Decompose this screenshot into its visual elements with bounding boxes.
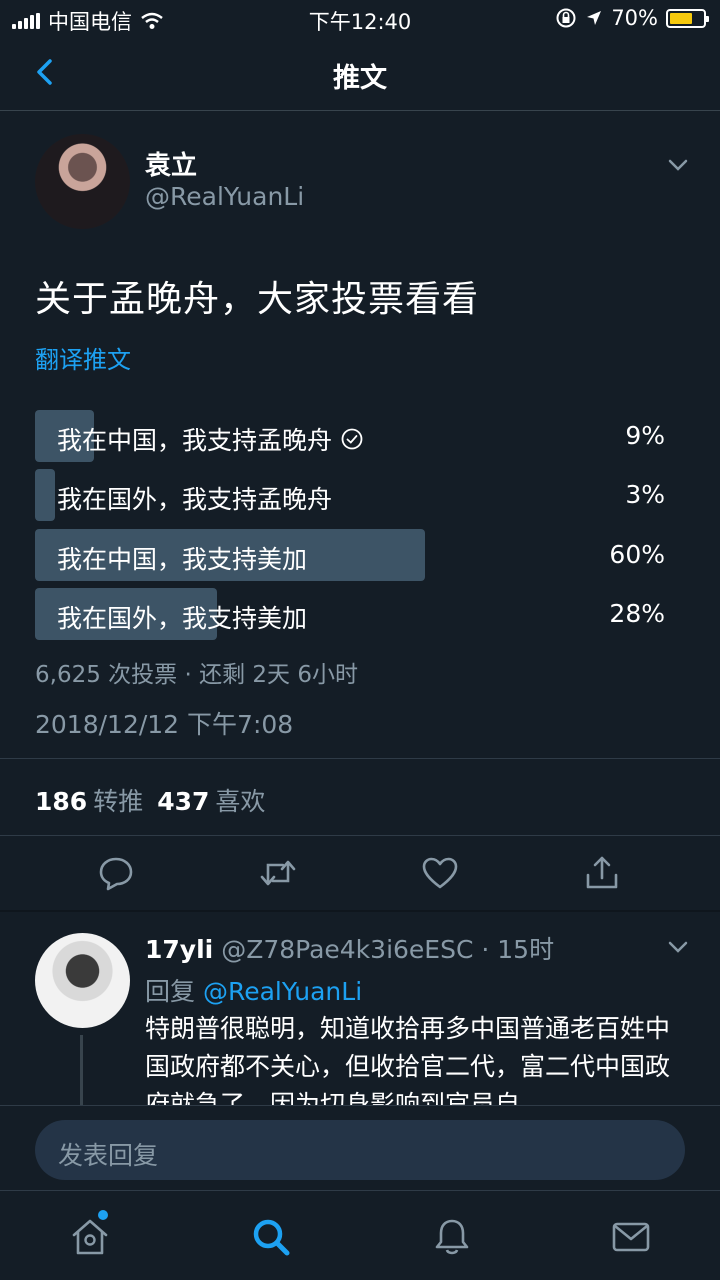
like-label: 喜欢 [215, 787, 266, 816]
tweet-text: 关于孟晚舟，大家投票看看 [35, 279, 480, 320]
status-bar: 中国电信 下午12:40 70% [0, 0, 720, 36]
poll-option-percent: 9% [625, 421, 665, 450]
reply-icon[interactable] [96, 853, 136, 893]
tweet-stats: 186 转推 437 喜欢 [35, 782, 265, 818]
retweet-icon[interactable] [258, 853, 298, 893]
poll-option: 我在国外，我支持美加 28% [35, 588, 665, 640]
poll-option-label: 我在国外，我支持孟晚舟 [57, 485, 333, 514]
notification-dot [98, 1210, 108, 1220]
author-handle[interactable]: @RealYuanLi [145, 182, 304, 211]
poll-option-percent: 60% [609, 540, 665, 569]
home-icon[interactable] [68, 1215, 112, 1259]
bell-icon[interactable] [430, 1215, 474, 1259]
reply-to-handle[interactable]: @RealYuanLi [203, 977, 362, 1006]
like-stat[interactable]: 437 喜欢 [157, 782, 265, 818]
battery-icon [666, 8, 709, 28]
retweet-stat[interactable]: 186 转推 [35, 782, 143, 818]
chevron-down-icon[interactable] [663, 150, 693, 180]
search-icon[interactable] [249, 1215, 293, 1259]
replying-to: 回复 @RealYuanLi [145, 972, 362, 1008]
reply-avatar[interactable] [35, 933, 130, 1028]
nav-bar: 推文 [0, 36, 720, 111]
poll-option: 我在中国，我支持孟晚舟 9% [35, 410, 665, 462]
like-count: 437 [157, 787, 210, 816]
tweet-timestamp: 2018/12/12 下午7:08 [35, 710, 294, 739]
retweet-label: 转推 [93, 787, 144, 816]
reply-header[interactable]: 17yli @Z78Pae4k3i6eESC · 15时 [145, 930, 554, 966]
author-avatar[interactable] [35, 134, 130, 229]
chevron-down-icon[interactable] [663, 932, 693, 962]
poll-option: 我在中国，我支持美加 60% [35, 529, 665, 581]
author-name[interactable]: 袁立 [145, 145, 197, 182]
reply-author-name: 17yli [145, 935, 214, 964]
mail-icon[interactable] [609, 1215, 653, 1259]
heart-icon[interactable] [420, 853, 460, 893]
share-icon[interactable] [582, 853, 622, 893]
divider [0, 835, 720, 836]
poll-bar [35, 469, 55, 521]
section-divider [0, 910, 720, 912]
poll-meta: 6,625 次投票 · 还剩 2天 6小时 [35, 662, 358, 688]
poll-option-label: 我在中国，我支持孟晚舟 [57, 426, 333, 455]
battery-percent: 70% [611, 6, 658, 30]
thread-line [80, 1035, 83, 1110]
voted-check-icon [341, 428, 363, 450]
poll-option-percent: 3% [625, 480, 665, 509]
reply-text: 特朗普很聪明，知道收拾再多中国普通老百姓中国政府都不关心，但收拾官二代，富二代中… [145, 1014, 671, 1105]
retweet-count: 186 [35, 787, 88, 816]
page-title: 推文 [333, 63, 387, 94]
location-icon [587, 11, 602, 25]
status-right: 70% [555, 6, 709, 30]
poll-option-label: 我在国外，我支持美加 [57, 604, 308, 633]
reply-author-handle-time: @Z78Pae4k3i6eESC · 15时 [221, 935, 555, 964]
poll-option: 我在国外，我支持孟晚舟 3% [35, 469, 665, 521]
rotation-lock-icon [556, 8, 576, 28]
poll-option-percent: 28% [609, 599, 665, 628]
translate-tweet-link[interactable]: 翻译推文 [35, 340, 131, 375]
divider [0, 758, 720, 759]
poll-option-label: 我在中国，我支持美加 [57, 545, 308, 574]
reply-input-placeholder: 发表回复 [58, 1141, 159, 1170]
reply-prefix: 回复 [145, 977, 196, 1006]
